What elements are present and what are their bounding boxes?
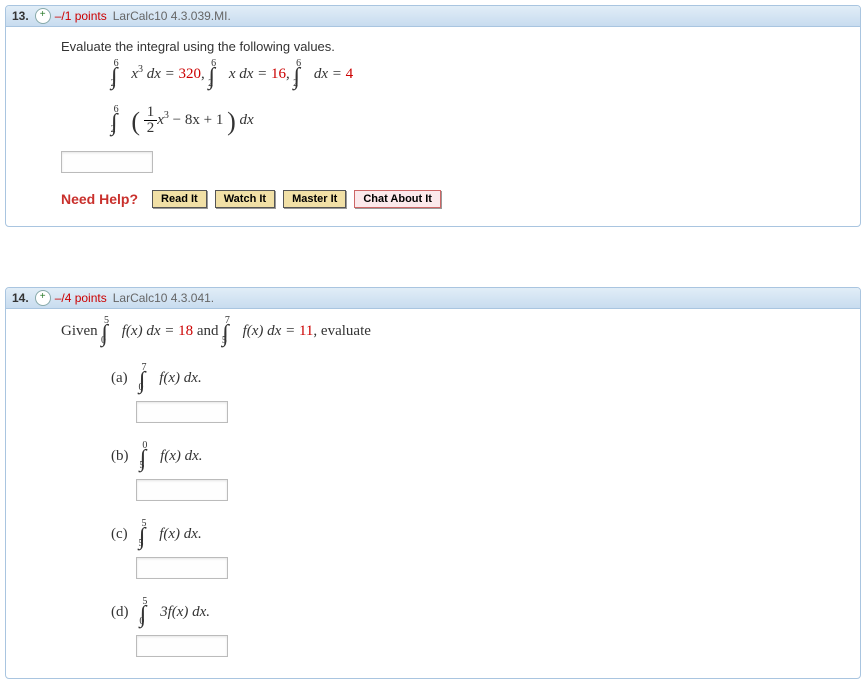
answer-input-c[interactable] xyxy=(136,557,228,579)
integrand: f(x) dx. xyxy=(160,448,202,464)
question-body: Given ∫50 f(x) dx = 18 and ∫75 f(x) dx =… xyxy=(6,309,860,678)
value: 320 xyxy=(179,66,202,82)
expand-icon[interactable]: + xyxy=(35,290,51,306)
question-body: Evaluate the integral using the followin… xyxy=(6,27,860,226)
expand-icon[interactable]: + xyxy=(35,8,51,24)
dx-eq: dx = xyxy=(143,66,179,82)
reference-label: LarCalc10 4.3.041. xyxy=(113,291,214,305)
upper-limit: 5 xyxy=(104,315,109,326)
question-14: 14. + –/4 points LarCalc10 4.3.041. Give… xyxy=(5,287,861,679)
left-paren-icon: ( xyxy=(131,107,140,136)
lower-limit: 0 xyxy=(101,335,106,346)
given-integrals: ∫62 x3 dx = 320, ∫62 x dx = 16, ∫62 dx =… xyxy=(111,64,830,91)
lower-limit: 5 xyxy=(222,335,227,346)
points-label: –/1 points xyxy=(55,9,107,23)
lower-limit: 2 xyxy=(208,78,213,89)
part-label: (b) xyxy=(111,448,129,464)
right-paren-icon: ) xyxy=(227,107,236,136)
upper-limit: 5 xyxy=(142,596,147,607)
reference-label: LarCalc10 4.3.039.MI. xyxy=(113,9,231,23)
question-number: 14. xyxy=(12,291,29,305)
value: 4 xyxy=(346,66,354,82)
part-label: (d) xyxy=(111,604,129,620)
value: 18 xyxy=(178,323,193,339)
integrand: f(x) dx. xyxy=(159,526,201,542)
answer-input-a[interactable] xyxy=(136,401,228,423)
integrand: f(x) dx = xyxy=(243,323,299,339)
part-label: (a) xyxy=(111,370,128,386)
lower-limit: 2 xyxy=(293,78,298,89)
lower-limit: 0 xyxy=(138,382,143,393)
read-it-button[interactable]: Read It xyxy=(152,190,207,208)
lower-limit: 2 xyxy=(111,124,116,135)
upper-limit: 7 xyxy=(141,362,146,373)
part-d: (d) ∫50 3f(x) dx. xyxy=(111,602,830,629)
given-label: Given xyxy=(61,323,101,339)
dx: dx xyxy=(240,112,254,128)
integrand: 3f(x) dx. xyxy=(160,604,210,620)
watch-it-button[interactable]: Watch It xyxy=(215,190,275,208)
and-text: and xyxy=(197,323,222,339)
upper-limit: 6 xyxy=(114,58,119,69)
question-number: 13. xyxy=(12,9,29,23)
lower-limit: 2 xyxy=(111,78,116,89)
question-header: 14. + –/4 points LarCalc10 4.3.041. xyxy=(6,288,860,309)
upper-limit: 6 xyxy=(211,58,216,69)
upper-limit: 6 xyxy=(296,58,301,69)
denominator: 2 xyxy=(144,121,158,136)
help-row: Need Help? Read It Watch It Master It Ch… xyxy=(61,190,830,208)
answer-input-b[interactable] xyxy=(136,479,228,501)
question-header: 13. + –/1 points LarCalc10 4.3.039.MI. xyxy=(6,6,860,27)
target-integral: ∫62 ( 1 2 x3 − 8x + 1 ) dx xyxy=(111,105,830,137)
points-label: –/4 points xyxy=(55,291,107,305)
need-help-label: Need Help? xyxy=(61,191,138,207)
lower-limit: 5 xyxy=(139,460,144,471)
chat-about-it-button[interactable]: Chat About It xyxy=(354,190,441,208)
upper-limit: 7 xyxy=(225,315,230,326)
integrand: f(x) dx = xyxy=(122,323,178,339)
prompt-text: Evaluate the integral using the followin… xyxy=(61,39,830,54)
lower-limit: 5 xyxy=(138,538,143,549)
integrand: x xyxy=(131,66,138,82)
lower-limit: 0 xyxy=(139,616,144,627)
part-b: (b) ∫05 f(x) dx. xyxy=(111,446,830,473)
part-a: (a) ∫70 f(x) dx. xyxy=(111,368,830,395)
upper-limit: 0 xyxy=(142,440,147,451)
answer-row xyxy=(61,151,830,176)
part-c: (c) ∫55 f(x) dx. xyxy=(111,524,830,551)
value: 16 xyxy=(271,66,286,82)
part-label: (c) xyxy=(111,526,128,542)
value: 11 xyxy=(299,323,313,339)
master-it-button[interactable]: Master It xyxy=(283,190,346,208)
integrand: f(x) dx. xyxy=(159,370,201,386)
question-13: 13. + –/1 points LarCalc10 4.3.039.MI. E… xyxy=(5,5,861,227)
variable: x xyxy=(157,112,164,128)
fraction: 1 2 xyxy=(144,105,158,136)
answer-input-d[interactable] xyxy=(136,635,228,657)
upper-limit: 5 xyxy=(141,518,146,529)
evaluate-text: , evaluate xyxy=(313,323,370,339)
terms: − 8x + 1 xyxy=(169,112,223,128)
integrand: dx = xyxy=(314,66,346,82)
answer-input[interactable] xyxy=(61,151,153,173)
given-line: Given ∫50 f(x) dx = 18 and ∫75 f(x) dx =… xyxy=(61,321,830,348)
integrand: x dx = xyxy=(229,66,271,82)
numerator: 1 xyxy=(144,105,158,121)
upper-limit: 6 xyxy=(114,104,119,115)
